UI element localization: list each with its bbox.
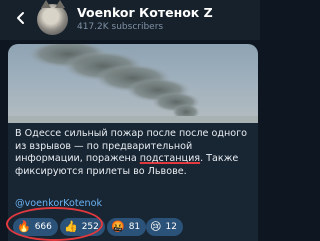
angry-face-icon: 🤬	[111, 220, 125, 233]
channel-header: Voenkor Котенок Z 417.2K subscribers	[0, 0, 260, 40]
smoke-plume-photo[interactable]	[8, 44, 258, 123]
post-text-highlight: подстанция	[139, 153, 201, 165]
arrow-left-icon[interactable]	[14, 10, 28, 24]
crying-face-icon: 😢	[150, 220, 162, 233]
reaction-count: 81	[128, 222, 141, 232]
subscriber-count: 417.2K subscribers	[77, 22, 164, 32]
cat-ear-icon	[55, 0, 65, 8]
cat-ear-icon	[41, 0, 51, 8]
channel-avatar[interactable]	[37, 0, 68, 35]
post-text: В Одессе сильный пожар после после одног…	[15, 128, 251, 178]
annotation-circle	[6, 207, 103, 241]
reaction-crying[interactable]: 😢 12	[146, 218, 183, 236]
channel-title[interactable]: Voenkor Котенок Z	[77, 5, 213, 20]
reaction-count: 12	[165, 222, 177, 232]
reaction-angry[interactable]: 🤬 81	[107, 218, 147, 236]
